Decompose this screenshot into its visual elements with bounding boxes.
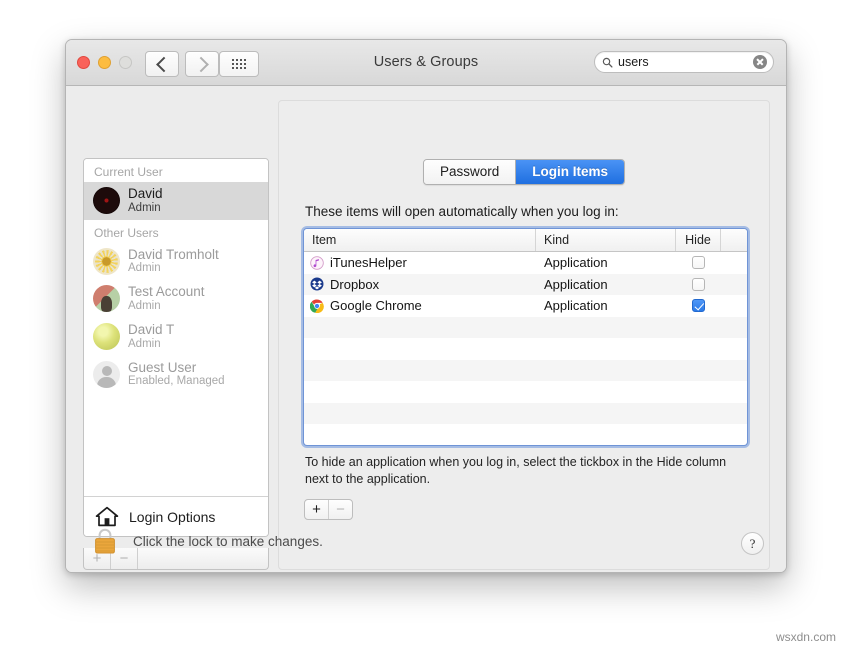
cell-kind: Application	[544, 276, 608, 292]
table-row-empty[interactable]	[304, 316, 747, 338]
lock-row[interactable]: Click the lock to make changes.	[92, 527, 323, 555]
panel-tabs: Password Login Items	[279, 159, 769, 185]
home-icon	[95, 506, 119, 527]
sidebar-group-header: Other Users	[84, 219, 268, 243]
table-row-empty[interactable]	[304, 381, 747, 403]
users-sidebar: Current User David Admin Other Users Dav…	[83, 158, 269, 537]
cell-kind: Application	[544, 255, 608, 271]
help-button[interactable]: ?	[741, 532, 764, 555]
guest-avatar	[93, 360, 120, 388]
table-row[interactable]: Google Chrome Application	[304, 295, 747, 317]
cell-hide	[676, 277, 721, 291]
search-field[interactable]	[594, 51, 774, 73]
window-body: Current User David Admin Other Users Dav…	[66, 86, 786, 572]
sidebar-group-current-user: Current User David Admin	[84, 159, 268, 220]
dropbox-icon	[310, 277, 324, 291]
column-header-pad	[721, 229, 747, 251]
clear-search-icon[interactable]	[753, 55, 767, 69]
sidebar-group-header: Current User	[84, 159, 268, 182]
login-options-label: Login Options	[129, 508, 216, 525]
user-name: David Tromholt	[128, 246, 219, 262]
window-titlebar: Users & Groups	[66, 40, 786, 86]
tab-login-items[interactable]: Login Items	[515, 160, 625, 184]
user-text: Guest User Enabled, Managed	[128, 360, 225, 389]
sidebar-item-david[interactable]: David Admin	[84, 182, 268, 220]
tab-segmented-control: Password Login Items	[422, 159, 626, 185]
search-icon	[602, 57, 613, 68]
sidebar-item-david-tromholt[interactable]: David Tromholt Admin	[84, 243, 268, 281]
item-name: Google Chrome	[330, 298, 422, 314]
item-name: Dropbox	[330, 276, 380, 292]
cell-item: Google Chrome	[304, 298, 536, 313]
column-header-kind[interactable]: Kind	[536, 229, 676, 251]
record-avatar	[93, 186, 120, 214]
lock-message: Click the lock to make changes.	[133, 533, 323, 549]
chrome-icon	[310, 299, 324, 313]
intro-text: These items will open automatically when…	[305, 204, 619, 219]
user-text: David Admin	[128, 186, 163, 215]
hide-checkbox[interactable]	[692, 256, 705, 270]
cell-hide	[676, 256, 721, 270]
cell-item: Dropbox	[304, 277, 536, 292]
sidebar-item-guest-user[interactable]: Guest User Enabled, Managed	[84, 356, 268, 394]
user-role: Enabled, Managed	[128, 375, 225, 388]
item-name: iTunesHelper	[330, 255, 407, 271]
hide-checkbox[interactable]	[692, 299, 705, 313]
remove-login-item-button: −	[336, 501, 345, 518]
sidebar-item-test-account[interactable]: Test Account Admin	[84, 280, 268, 318]
user-name: Test Account	[128, 284, 205, 300]
lock-closed-icon[interactable]	[92, 527, 118, 555]
user-role: Admin	[128, 337, 161, 350]
user-role: Admin	[128, 262, 161, 275]
user-role: Admin	[128, 299, 161, 312]
table-row-empty[interactable]	[304, 424, 747, 445]
sidebar-group-other-users: Other Users David Tromholt Admin Test Ac…	[84, 219, 268, 394]
column-header-item[interactable]: Item	[304, 229, 536, 251]
cell-kind: Application	[544, 298, 608, 314]
sidebar-item-david-t[interactable]: David T Admin	[84, 318, 268, 356]
table-header-row: Item Kind Hide	[304, 229, 747, 252]
login-items-table[interactable]: Item Kind Hide iTunesHelper Application	[304, 229, 747, 445]
users-and-groups-window: Users & Groups Current User David Admin	[65, 39, 787, 573]
login-items-add-remove-bar: + −	[304, 499, 353, 520]
user-name: David T	[128, 322, 175, 338]
user-text: David Tromholt Admin	[128, 247, 219, 276]
watermark: wsxdn.com	[775, 630, 836, 644]
portrait-avatar	[93, 285, 120, 313]
hide-column-hint: To hide an application when you log in, …	[305, 455, 727, 486]
table-row[interactable]: Dropbox Application	[304, 273, 747, 295]
table-row-empty[interactable]	[304, 402, 747, 424]
itunes-icon	[310, 256, 324, 270]
table-row[interactable]: iTunesHelper Application	[304, 252, 747, 274]
hide-checkbox[interactable]	[692, 277, 705, 291]
flower-avatar	[93, 247, 120, 275]
tab-password[interactable]: Password	[423, 160, 516, 184]
ball-avatar	[93, 323, 120, 351]
user-text: Test Account Admin	[128, 284, 205, 313]
cell-hide	[676, 299, 721, 313]
table-row-empty[interactable]	[304, 338, 747, 360]
add-login-item-button[interactable]: +	[305, 500, 329, 519]
user-name: Guest User	[128, 359, 197, 375]
login-items-panel: Password Login Items These items will op…	[278, 100, 770, 570]
search-input[interactable]	[618, 55, 753, 69]
table-row-empty[interactable]	[304, 359, 747, 381]
user-name: David	[128, 186, 163, 201]
user-role: Admin	[128, 201, 161, 214]
user-text: David T Admin	[128, 322, 174, 351]
column-header-hide[interactable]: Hide	[676, 229, 721, 251]
cell-item: iTunesHelper	[304, 255, 536, 270]
